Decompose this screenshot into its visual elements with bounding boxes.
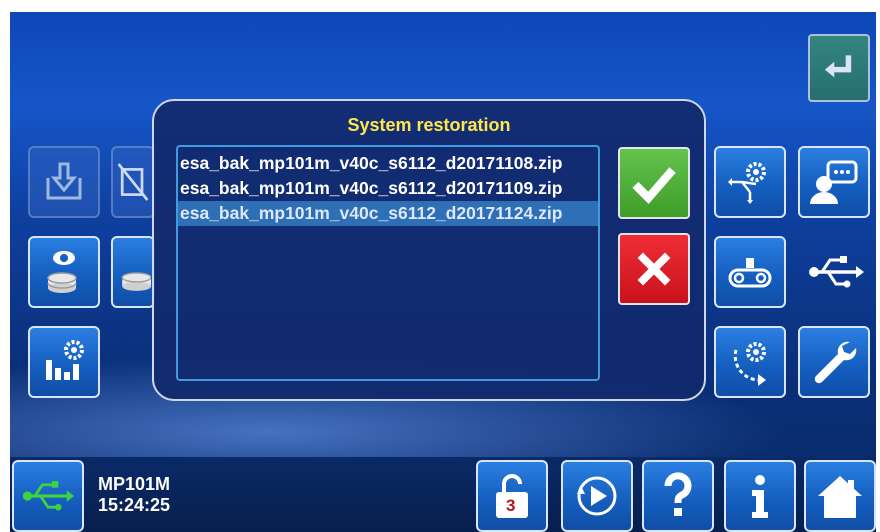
backup-file-list[interactable]: esa_bak_mp101m_v40c_s6112_d20171108.zip …	[176, 145, 600, 381]
play-refresh-icon	[577, 476, 617, 516]
access-level-button[interactable]: 3	[476, 460, 548, 532]
cancel-button[interactable]	[618, 233, 690, 305]
home-button[interactable]	[804, 460, 876, 532]
enter-icon	[824, 55, 852, 78]
access-level-number: 3	[506, 496, 516, 515]
database-icon	[121, 272, 151, 291]
conveyor-button[interactable]	[714, 236, 786, 308]
file-item-3-selected[interactable]: esa_bak_mp101m_v40c_s6112_d20171124.zip	[178, 201, 598, 226]
system-restoration-dialog: System restoration esa_bak_mp101m_v40c_s…	[152, 99, 706, 401]
usb-icon	[22, 481, 75, 511]
wrench-icon	[814, 341, 857, 384]
import-icon	[46, 162, 82, 200]
check-icon	[632, 167, 676, 204]
hmi-screen: MP101M 15:24:25 3 System restoration esa…	[10, 12, 876, 532]
database-button[interactable]	[111, 236, 155, 308]
dialog-title: System restoration	[347, 115, 511, 135]
view-database-button[interactable]	[28, 236, 100, 308]
rotate-gear-icon	[733, 342, 766, 386]
usb-icon	[809, 256, 864, 288]
device-name: MP101M	[98, 474, 171, 494]
file-item-1[interactable]: esa_bak_mp101m_v40c_s6112_d20171108.zip	[178, 151, 598, 176]
usb-button[interactable]	[800, 236, 872, 308]
import-button[interactable]	[28, 146, 100, 218]
rotation-settings-button[interactable]	[714, 326, 786, 398]
tools-button[interactable]	[798, 326, 870, 398]
chart-gear-icon	[46, 340, 84, 380]
enter-button[interactable]	[808, 34, 870, 102]
question-icon	[664, 472, 692, 516]
eye-database-icon	[47, 251, 77, 293]
statistics-settings-button[interactable]	[28, 326, 100, 398]
user-chat-icon	[810, 160, 858, 204]
info-icon	[752, 475, 768, 518]
usb-status-button[interactable]	[12, 460, 84, 532]
help-button[interactable]	[642, 460, 714, 532]
operator-chat-button[interactable]	[798, 146, 870, 218]
file-item-2[interactable]: esa_bak_mp101m_v40c_s6112_d20171109.zip	[178, 176, 598, 201]
disabled-device-button[interactable]	[111, 146, 155, 218]
process-settings-button[interactable]	[714, 146, 786, 218]
flow-gear-icon	[728, 162, 766, 204]
info-button[interactable]	[724, 460, 796, 532]
x-icon	[637, 252, 671, 286]
no-device-icon	[117, 163, 149, 201]
home-icon	[818, 476, 862, 518]
play-cycle-button[interactable]	[561, 460, 633, 532]
confirm-button[interactable]	[618, 147, 690, 219]
clock-time: 15:24:25	[98, 495, 171, 515]
conveyor-icon	[728, 258, 772, 288]
